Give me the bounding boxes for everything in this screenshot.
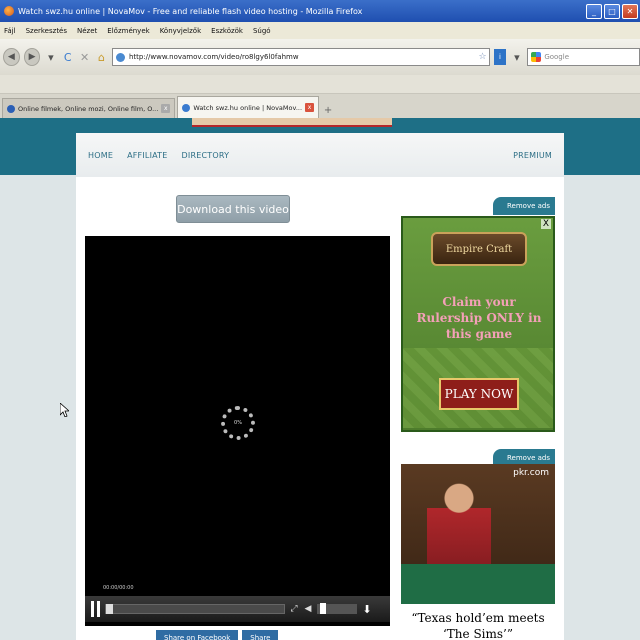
share-facebook-button[interactable]: Share on Facebook <box>156 630 239 640</box>
menu-file[interactable]: Fájl <box>4 27 16 35</box>
top-banner-ad[interactable] <box>192 118 392 127</box>
loading-percent: 0% <box>234 420 242 426</box>
site-nav: HOME AFFILIATE DIRECTORY PREMIUM <box>76 133 564 177</box>
stop-button[interactable]: ✕ <box>78 50 91 64</box>
tab-online-filmek[interactable]: Online filmek, Online mozi, Online film,… <box>2 98 176 118</box>
url-text[interactable]: http://www.novamov.com/video/ro8lgy6l0fa… <box>129 53 475 61</box>
menu-bar: Fájl Szerkesztés Nézet Előzmények Könyvj… <box>0 22 640 39</box>
ad-caption: “Texas hold’em meets ‘The Sims’” <box>401 604 555 640</box>
volume-handle[interactable] <box>320 603 327 614</box>
share-bar: Share on Facebook Share <box>156 630 279 640</box>
volume-slider[interactable] <box>317 603 357 614</box>
new-tab-button[interactable]: + <box>321 102 335 118</box>
stop-icon: ✕ <box>80 50 90 64</box>
pkr-brand: pkr.com <box>513 468 549 478</box>
volume-icon[interactable]: ◀ <box>303 604 313 614</box>
menu-history[interactable]: Előzmények <box>107 27 149 35</box>
tab-label: Watch swz.hu online | NovaMov... <box>193 103 303 112</box>
home-icon: ⌂ <box>98 50 105 64</box>
ad-claim-text: Claim your Rulership ONLY in this game <box>416 295 542 341</box>
tab-close-icon[interactable]: x <box>161 104 171 113</box>
nav-home[interactable]: HOME <box>88 151 113 160</box>
menu-edit[interactable]: Szerkesztés <box>26 27 67 35</box>
player-controls: ⤢ ◀ ⬇ <box>85 596 390 622</box>
search-placeholder: Google <box>544 53 569 61</box>
tab-favicon <box>7 104 15 113</box>
menu-tools[interactable]: Eszközök <box>211 27 243 35</box>
close-window-button[interactable]: ✕ <box>622 3 638 19</box>
nav-directory[interactable]: DIRECTORY <box>182 151 230 160</box>
empire-craft-ad[interactable]: Empire Craft Claim your Rulership ONLY i… <box>401 216 555 432</box>
video-timecode: 00:00/00:00 <box>103 585 134 591</box>
pause-button[interactable] <box>89 601 101 617</box>
fullscreen-icon[interactable]: ⤢ <box>289 604 299 614</box>
back-icon: ◀ <box>7 52 15 62</box>
firefox-icon <box>4 6 14 16</box>
remove-ads-link[interactable]: Remove ads <box>493 197 556 215</box>
nav-premium[interactable]: PREMIUM <box>513 151 552 160</box>
tab-close-icon[interactable]: x <box>305 103 315 112</box>
search-input[interactable]: Google <box>527 48 640 66</box>
bookmark-star-icon[interactable]: ☆ <box>478 52 486 62</box>
nav-affiliate[interactable]: AFFILIATE <box>127 151 167 160</box>
window-titlebar: Watch swz.hu online | NovaMov - Free and… <box>0 0 640 22</box>
home-button[interactable]: ⌂ <box>95 50 108 64</box>
bookmarks-toolbar <box>0 75 640 94</box>
tab-bar: Online filmek, Online mozi, Online film,… <box>0 94 640 118</box>
content-container: HOME AFFILIATE DIRECTORY PREMIUM Downloa… <box>76 133 564 640</box>
download-arrow-icon[interactable]: ⬇ <box>361 603 373 616</box>
empire-craft-logo: Empire Craft <box>431 232 527 266</box>
reload-icon: C <box>63 50 72 64</box>
menu-view[interactable]: Nézet <box>77 27 97 35</box>
play-now-button[interactable]: PLAY NOW <box>439 378 519 410</box>
tab-novamov[interactable]: Watch swz.hu online | NovaMov... x <box>177 96 320 118</box>
mouse-cursor-icon <box>59 402 71 421</box>
navigation-toolbar: ◀ ▶ ▾ C ✕ ⌂ http://www.novamov.com/video… <box>0 39 640 75</box>
menu-bookmarks[interactable]: Könyvjelzők <box>160 27 201 35</box>
minimize-button[interactable]: _ <box>586 3 602 19</box>
poker-table-image <box>401 564 555 604</box>
maximize-button[interactable]: □ <box>604 3 620 19</box>
history-dropdown[interactable]: ▾ <box>44 50 57 64</box>
page-content: HOME AFFILIATE DIRECTORY PREMIUM Downloa… <box>0 118 640 640</box>
video-player[interactable]: 0% 00:00/00:00 ⤢ ◀ ⬇ <box>85 236 390 626</box>
loading-spinner-icon: 0% <box>221 406 255 440</box>
pkr-ad[interactable]: pkr.com “Texas hold’em meets ‘The Sims’” <box>401 464 555 640</box>
forward-button[interactable]: ▶ <box>23 48 41 66</box>
menu-help[interactable]: Súgó <box>253 27 271 35</box>
rss-feed-icon[interactable]: i <box>493 49 507 65</box>
seek-handle[interactable] <box>106 604 113 614</box>
share-button[interactable]: Share <box>242 630 279 640</box>
ad-close-icon[interactable]: X <box>541 219 551 229</box>
reload-button[interactable]: C <box>61 50 74 64</box>
forward-icon: ▶ <box>28 52 36 62</box>
url-bar[interactable]: http://www.novamov.com/video/ro8lgy6l0fa… <box>111 48 490 66</box>
seek-bar[interactable] <box>105 604 285 614</box>
google-icon <box>531 52 542 62</box>
site-identity-icon[interactable] <box>115 52 125 62</box>
download-video-button[interactable]: Download this video <box>176 195 290 223</box>
tab-label: Online filmek, Online mozi, Online film,… <box>18 104 159 113</box>
tab-favicon <box>182 103 191 112</box>
window-title: Watch swz.hu online | NovaMov - Free and… <box>18 6 363 16</box>
search-engine-dropdown[interactable]: ▾ <box>510 50 523 64</box>
back-button[interactable]: ◀ <box>3 48 20 66</box>
